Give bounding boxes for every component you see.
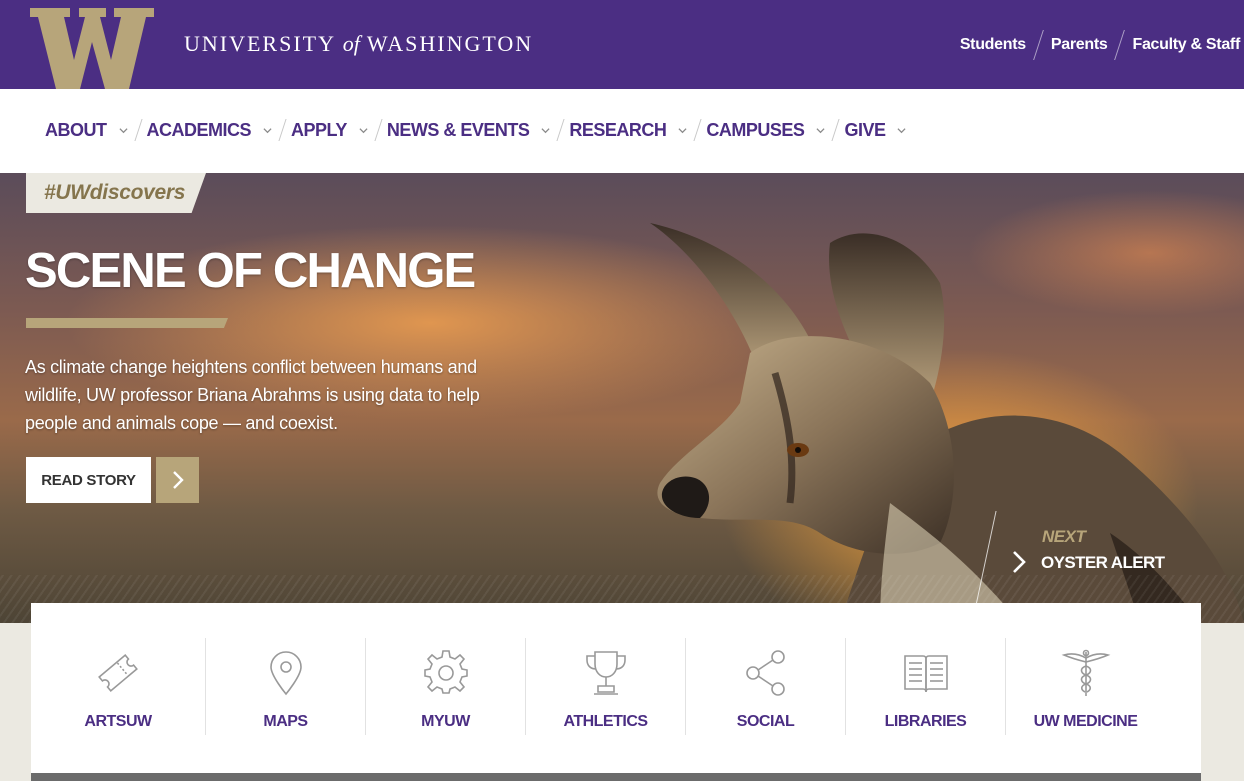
caduceus-icon bbox=[1061, 649, 1110, 696]
nav-item-label: APPLY bbox=[291, 119, 347, 140]
nav-item-campuses[interactable]: CAMPUSES bbox=[706, 120, 835, 141]
map-pin-icon bbox=[269, 651, 302, 696]
read-story-button[interactable]: READ STORY bbox=[26, 457, 151, 503]
ticket-icon bbox=[98, 654, 138, 692]
quick-link-libraries[interactable]: LIBRARIES bbox=[845, 638, 1005, 735]
nav-item-label: ACADEMICS bbox=[146, 119, 252, 140]
quick-link-label: MAPS bbox=[263, 713, 308, 730]
audience-link-parents[interactable]: Parents bbox=[1051, 36, 1108, 54]
audience-divider bbox=[1114, 30, 1126, 60]
quick-link-label: MYUW bbox=[421, 713, 470, 730]
quick-link-artsuw[interactable]: ARTSUW bbox=[31, 638, 205, 735]
quick-link-uw-medicine[interactable]: UW MEDICINE bbox=[1005, 638, 1165, 735]
chevron-down-icon[interactable] bbox=[118, 126, 128, 135]
hero-hashtag-tag[interactable]: #UWdiscovers bbox=[26, 173, 206, 213]
nav-item-label: GIVE bbox=[844, 119, 886, 140]
quick-link-label: SOCIAL bbox=[736, 713, 795, 730]
chevron-down-icon[interactable] bbox=[678, 126, 687, 135]
nav-item-give[interactable]: GIVE bbox=[844, 120, 916, 141]
nav-item-label: NEWS & EVENTS bbox=[386, 119, 530, 140]
nav-item-label: RESEARCH bbox=[569, 119, 667, 140]
next-label: NEXT bbox=[1042, 527, 1086, 546]
nav-item-research[interactable]: RESEARCH bbox=[569, 120, 697, 141]
uw-logo-icon[interactable] bbox=[30, 8, 154, 89]
nav-item-label: CAMPUSES bbox=[706, 119, 805, 140]
audience-divider bbox=[1032, 30, 1044, 60]
next-section-edge bbox=[31, 773, 1201, 781]
chevron-down-icon[interactable] bbox=[359, 126, 368, 135]
read-story-arrow-button[interactable] bbox=[156, 457, 199, 503]
wordmark-university: UNIVERSITY bbox=[184, 31, 336, 56]
chevron-right-icon bbox=[172, 471, 184, 489]
next-story-link[interactable]: NEXT OYSTER ALERT bbox=[976, 511, 1244, 603]
hero-title: SCENE OF CHANGE bbox=[25, 244, 476, 298]
chevron-down-icon[interactable] bbox=[816, 126, 825, 135]
chevron-down-icon[interactable] bbox=[263, 126, 272, 135]
hero-gold-rule bbox=[26, 318, 228, 328]
nav-item-label: ABOUT bbox=[45, 119, 107, 140]
nav-item-news-events[interactable]: NEWS & EVENTS bbox=[387, 120, 561, 141]
quick-links-bar: ARTSUW MAPS MYUW ATHLETICS SOCIAL LIBRAR… bbox=[31, 603, 1201, 773]
hero-hashtag: #UWdiscovers bbox=[44, 181, 186, 204]
quick-link-label: ATHLETICS bbox=[563, 713, 648, 730]
chevron-down-icon[interactable] bbox=[897, 126, 906, 135]
nav-item-academics[interactable]: ACADEMICS bbox=[147, 120, 283, 141]
book-icon bbox=[903, 655, 948, 693]
quick-link-maps[interactable]: MAPS bbox=[205, 638, 365, 735]
audience-link-students[interactable]: Students bbox=[960, 36, 1026, 54]
next-story-title: OYSTER ALERT bbox=[1041, 553, 1165, 572]
quick-link-label: ARTSUW bbox=[84, 713, 152, 730]
quick-link-label: UW MEDICINE bbox=[1033, 713, 1138, 730]
wordmark-washington: WASHINGTON bbox=[366, 31, 534, 56]
university-wordmark[interactable]: UNIVERSITY of WASHINGTON bbox=[184, 31, 533, 57]
nav-item-apply[interactable]: APPLY bbox=[291, 120, 378, 141]
wordmark-of: of bbox=[342, 31, 360, 56]
main-nav-list: ABOUT ACADEMICS APPLY NEWS & EVENTS RESE… bbox=[45, 119, 916, 141]
top-bar: UNIVERSITY of WASHINGTON Students Parent… bbox=[0, 0, 1244, 89]
audience-link-faculty-staff[interactable]: Faculty & Staff bbox=[1132, 36, 1240, 54]
chevron-right-icon bbox=[1013, 551, 1026, 573]
quick-link-athletics[interactable]: ATHLETICS bbox=[525, 638, 685, 735]
hero-banner: #UWdiscovers SCENE OF CHANGE As climate … bbox=[0, 173, 1244, 623]
quick-link-social[interactable]: SOCIAL bbox=[685, 638, 845, 735]
trophy-icon bbox=[585, 651, 626, 695]
main-nav: ABOUT ACADEMICS APPLY NEWS & EVENTS RESE… bbox=[0, 89, 1244, 173]
gear-icon bbox=[423, 650, 468, 694]
hero-description: As climate change heightens conflict bet… bbox=[25, 357, 480, 433]
share-icon bbox=[745, 650, 785, 696]
audience-nav: Students Parents Faculty & Staff bbox=[960, 30, 1240, 60]
quick-link-label: LIBRARIES bbox=[884, 713, 967, 730]
nav-item-about[interactable]: ABOUT bbox=[45, 120, 138, 141]
next-divider bbox=[976, 511, 997, 603]
chevron-down-icon[interactable] bbox=[541, 126, 550, 135]
quick-link-myuw[interactable]: MYUW bbox=[365, 638, 525, 735]
